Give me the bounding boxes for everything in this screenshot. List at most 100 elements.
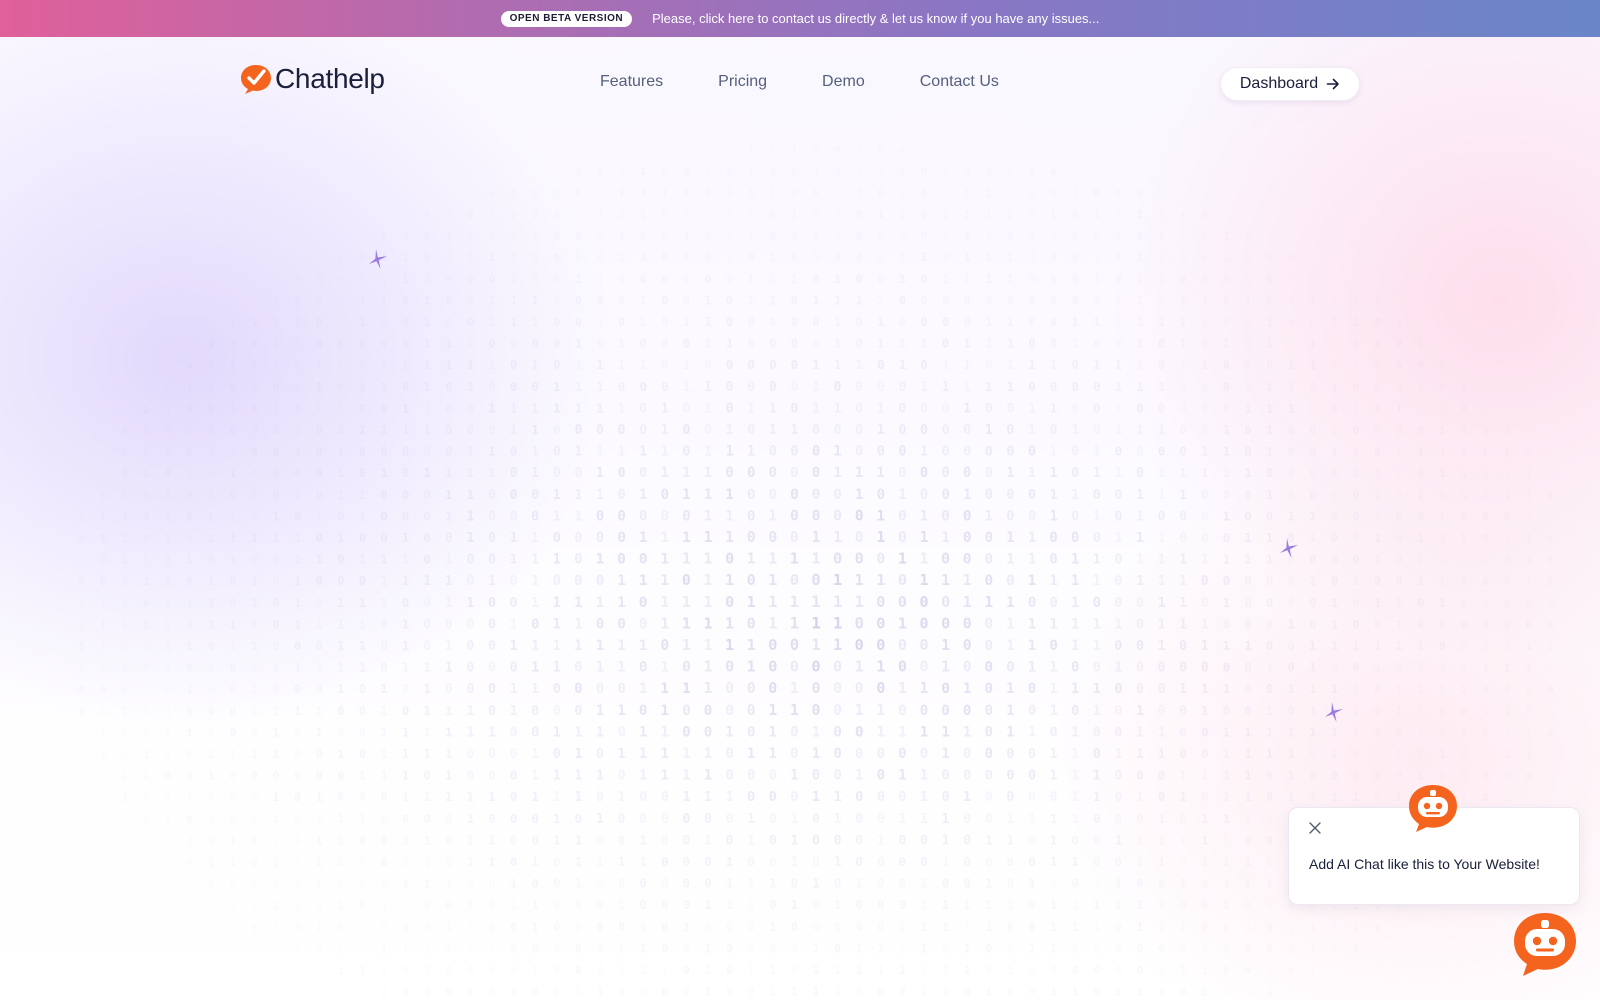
svg-text:1: 1 (703, 571, 712, 589)
svg-text:1: 1 (704, 487, 713, 503)
svg-text:0: 0 (359, 359, 366, 372)
svg-text:1: 1 (1180, 833, 1187, 847)
svg-text:1: 1 (380, 703, 387, 718)
svg-text:0: 0 (791, 920, 798, 934)
svg-text:0: 0 (856, 272, 863, 286)
svg-text:0: 0 (1245, 232, 1251, 243)
svg-text:1: 1 (143, 727, 149, 739)
brand-logo[interactable]: Chathelp (239, 63, 385, 95)
svg-text:0: 0 (921, 272, 928, 286)
svg-text:1: 1 (596, 445, 604, 460)
svg-text:0: 0 (811, 679, 820, 697)
svg-text:0: 0 (1158, 987, 1164, 999)
svg-text:1: 1 (639, 637, 648, 654)
beta-contact-link[interactable]: Please, click here to contact us directl… (652, 11, 1099, 26)
svg-text:0: 0 (986, 167, 992, 178)
svg-text:1: 1 (424, 987, 430, 999)
svg-text:1: 1 (1072, 337, 1079, 351)
svg-text:0: 0 (251, 339, 257, 351)
svg-text:0: 0 (446, 273, 453, 286)
svg-text:1: 1 (467, 855, 474, 869)
svg-text:1: 1 (1223, 508, 1231, 523)
svg-text:0: 0 (597, 167, 603, 178)
svg-text:0: 0 (1180, 380, 1187, 394)
svg-text:1: 1 (553, 488, 561, 503)
svg-text:0: 0 (1201, 531, 1209, 546)
svg-text:0: 0 (1331, 466, 1338, 480)
svg-text:0: 0 (1158, 768, 1166, 783)
svg-text:1: 1 (186, 835, 192, 847)
svg-text:1: 1 (899, 272, 906, 286)
svg-text:0: 0 (1028, 508, 1036, 524)
chat-launcher-button[interactable] (1510, 910, 1580, 978)
svg-text:1: 1 (1223, 769, 1230, 783)
svg-text:0: 0 (618, 423, 626, 438)
svg-text:1: 1 (877, 422, 885, 438)
svg-text:0: 0 (1158, 444, 1166, 459)
svg-text:0: 0 (359, 338, 366, 351)
svg-text:1: 1 (1396, 446, 1403, 459)
svg-text:0: 0 (1006, 401, 1014, 416)
svg-text:0: 0 (1201, 337, 1208, 351)
svg-text:0: 0 (704, 920, 711, 934)
svg-text:1: 1 (920, 380, 928, 395)
svg-text:1: 1 (1180, 358, 1187, 372)
svg-text:0: 0 (402, 466, 409, 480)
dashboard-button[interactable]: Dashboard (1220, 67, 1360, 101)
nav-demo[interactable]: Demo (822, 73, 865, 91)
svg-text:1: 1 (337, 401, 344, 415)
svg-text:0: 0 (1007, 167, 1013, 178)
svg-text:1: 1 (1288, 769, 1295, 783)
svg-text:1: 1 (466, 704, 474, 719)
svg-text:1: 1 (445, 746, 453, 761)
svg-text:1: 1 (230, 360, 236, 372)
svg-text:0: 0 (791, 230, 798, 243)
svg-text:0: 0 (596, 508, 604, 524)
svg-text:1: 1 (704, 401, 712, 416)
svg-text:0: 0 (1094, 230, 1100, 243)
svg-text:0: 0 (272, 596, 279, 610)
svg-text:0: 0 (898, 702, 907, 719)
svg-text:0: 0 (554, 209, 560, 221)
svg-text:1: 1 (1417, 662, 1424, 675)
svg-text:1: 1 (942, 230, 949, 243)
svg-text:0: 0 (661, 357, 669, 372)
svg-text:0: 0 (898, 529, 907, 546)
nav-pricing[interactable]: Pricing (718, 73, 767, 91)
svg-text:1: 1 (575, 379, 583, 394)
svg-text:0: 0 (466, 639, 474, 654)
svg-text:1: 1 (359, 922, 365, 934)
svg-text:1: 1 (402, 573, 410, 588)
svg-text:1: 1 (337, 596, 344, 610)
nav-features[interactable]: Features (600, 73, 663, 91)
svg-text:1: 1 (100, 598, 106, 610)
close-icon[interactable] (1307, 820, 1323, 836)
svg-text:1: 1 (251, 639, 258, 653)
svg-text:0: 0 (316, 639, 323, 653)
svg-text:0: 0 (402, 316, 409, 329)
svg-text:1: 1 (1504, 663, 1510, 675)
svg-text:1: 1 (640, 941, 647, 955)
svg-text:1: 1 (941, 529, 950, 546)
svg-text:0: 0 (423, 617, 431, 632)
svg-text:0: 0 (769, 358, 777, 373)
svg-text:0: 0 (791, 358, 799, 373)
svg-text:0: 0 (1288, 704, 1295, 718)
svg-text:1: 1 (251, 531, 258, 545)
svg-text:1: 1 (424, 401, 431, 415)
svg-text:0: 0 (920, 465, 928, 481)
beta-banner[interactable]: OPEN BETA VERSION Please, click here to … (0, 0, 1600, 37)
svg-text:1: 1 (1439, 467, 1446, 480)
svg-text:1: 1 (1223, 899, 1230, 912)
svg-text:0: 0 (1028, 315, 1035, 329)
svg-text:0: 0 (1266, 595, 1273, 610)
svg-text:0: 0 (1093, 660, 1101, 676)
nav-contact-us[interactable]: Contact Us (920, 73, 999, 91)
svg-text:0: 0 (1244, 595, 1252, 610)
svg-text:1: 1 (1461, 683, 1468, 696)
svg-text:1: 1 (1071, 790, 1079, 805)
svg-text:1: 1 (1439, 510, 1446, 523)
svg-text:1: 1 (1071, 747, 1079, 762)
svg-text:0: 0 (876, 614, 885, 632)
svg-text:0: 0 (661, 854, 669, 869)
